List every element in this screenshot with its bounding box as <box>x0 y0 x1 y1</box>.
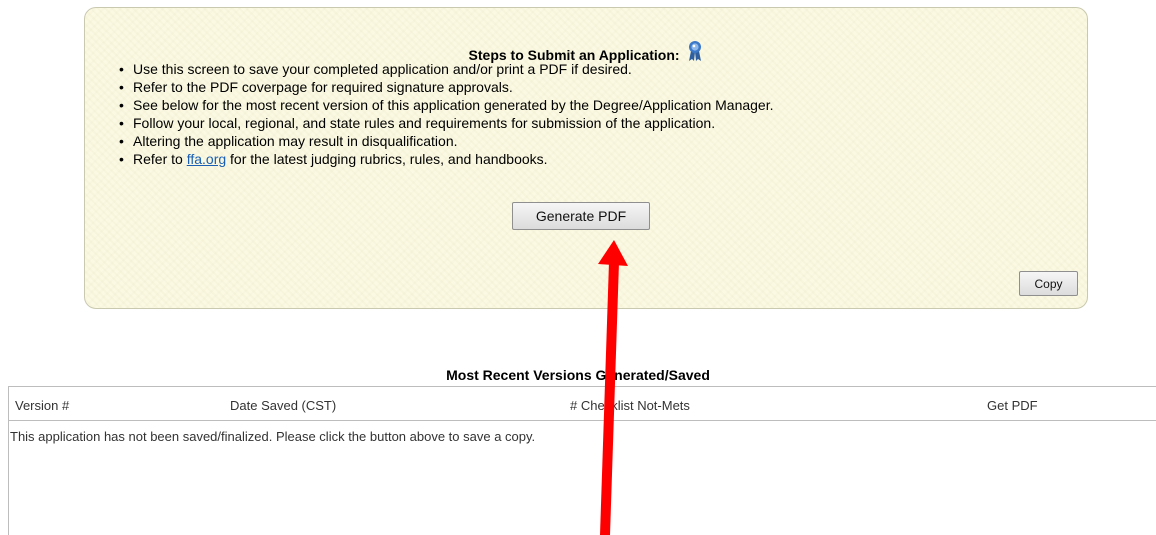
step-item: Refer to ffa.org for the latest judging … <box>119 150 774 168</box>
step-item: Altering the application may result in d… <box>119 132 774 150</box>
generate-pdf-button[interactable]: Generate PDF <box>512 202 650 230</box>
versions-table-header: Version # Date Saved (CST) # Checklist N… <box>9 387 1156 421</box>
step-item: Refer to the PDF coverpage for required … <box>119 78 774 96</box>
versions-table: Version # Date Saved (CST) # Checklist N… <box>8 386 1156 535</box>
versions-table-title: Most Recent Versions Generated/Saved <box>446 367 710 383</box>
copy-button[interactable]: Copy <box>1019 271 1078 296</box>
column-header-date-saved[interactable]: Date Saved (CST) <box>230 398 336 413</box>
empty-table-message: This application has not been saved/fina… <box>10 429 536 444</box>
page: Steps to Submit an Application: Use this… <box>0 0 1156 535</box>
ffa-org-link[interactable]: ffa.org <box>187 151 226 167</box>
step-text: Follow your local, regional, and state r… <box>133 115 716 131</box>
instructions-panel: Steps to Submit an Application: Use this… <box>84 7 1088 309</box>
step-text-suffix: for the latest judging rubrics, rules, a… <box>226 151 548 167</box>
step-item: Follow your local, regional, and state r… <box>119 114 774 132</box>
step-text-prefix: Refer to <box>133 151 187 167</box>
column-header-get-pdf[interactable]: Get PDF <box>987 398 1038 413</box>
step-text: Refer to the PDF coverpage for required … <box>133 79 513 95</box>
column-header-version[interactable]: Version # <box>15 398 69 413</box>
step-item: Use this screen to save your completed a… <box>119 60 774 78</box>
step-text: See below for the most recent version of… <box>133 97 774 113</box>
step-text: Use this screen to save your completed a… <box>133 61 632 77</box>
step-item: See below for the most recent version of… <box>119 96 774 114</box>
step-text: Altering the application may result in d… <box>133 133 458 149</box>
steps-list: Use this screen to save your completed a… <box>119 60 774 168</box>
column-header-checklist-not-mets[interactable]: # Checklist Not-Mets <box>570 398 690 413</box>
